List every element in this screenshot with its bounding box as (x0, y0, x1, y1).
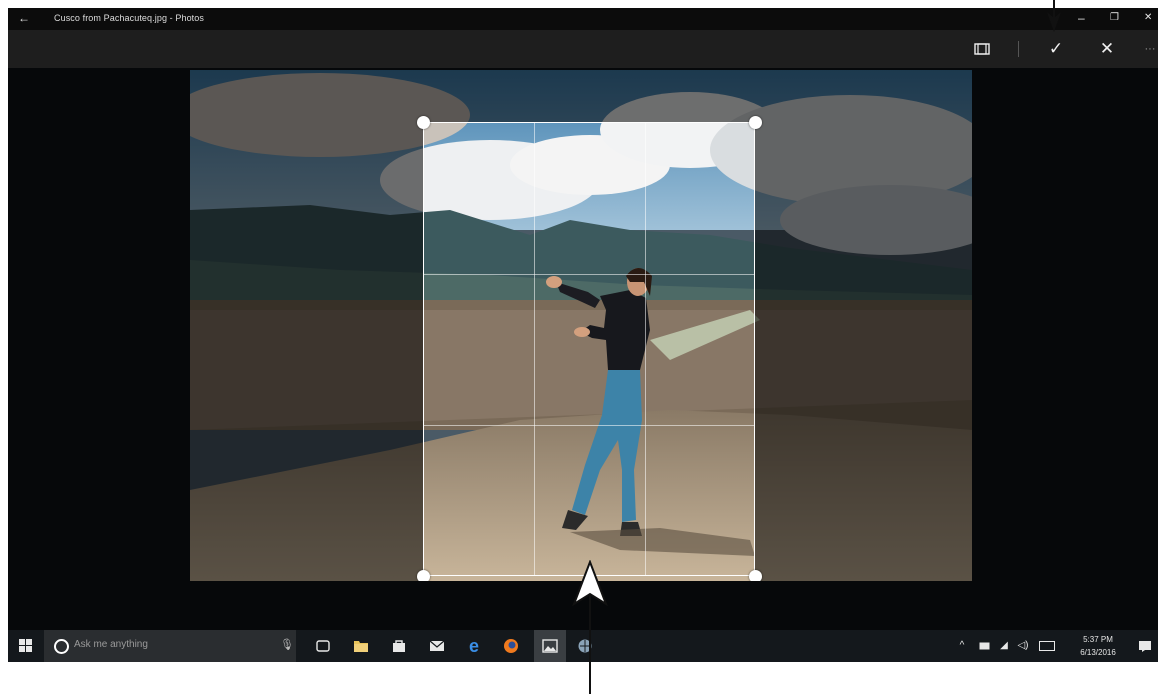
crop-handle-bottom-left[interactable] (417, 570, 430, 581)
cortana-icon (54, 639, 69, 654)
keyboard-icon[interactable] (1038, 637, 1056, 655)
minimize-button[interactable]: – (1078, 11, 1085, 25)
callout-arrow-crop-handle (572, 560, 608, 694)
chevron-up-icon[interactable]: ^ (953, 637, 971, 655)
action-center-icon[interactable] (1136, 637, 1154, 655)
store-icon[interactable] (390, 637, 408, 655)
photos-app-window: ← Cusco from Pachacuteq.jpg - Photos – ❐… (8, 8, 1158, 630)
crop-dim-top (423, 70, 755, 122)
clock-date[interactable]: 6/13/2016 (1070, 648, 1126, 657)
aspect-ratio-button[interactable] (971, 38, 993, 60)
search-box[interactable]: Ask me anything 🎙︎ (44, 630, 296, 662)
photos-icon (542, 639, 558, 653)
maximize-button[interactable]: ❐ (1110, 12, 1119, 23)
photos-taskbar-button[interactable] (534, 630, 566, 662)
crop-frame[interactable] (423, 122, 755, 576)
edge-icon[interactable]: e (465, 637, 483, 655)
windows-start-icon[interactable] (17, 637, 35, 655)
volume-icon[interactable]: ◁) (1014, 637, 1032, 655)
crop-grid-line (534, 123, 535, 575)
task-view-icon[interactable] (314, 637, 332, 655)
wifi-icon[interactable]: ◢ (995, 637, 1013, 655)
mail-icon[interactable] (428, 637, 446, 655)
title-bar: ← Cusco from Pachacuteq.jpg - Photos – ❐… (8, 8, 1158, 30)
crop-grid-line (645, 123, 646, 575)
file-explorer-icon[interactable] (352, 637, 370, 655)
crop-handle-top-right[interactable] (749, 116, 762, 129)
aspect-ratio-icon (974, 43, 990, 55)
more-options-button[interactable]: ··· (1139, 38, 1158, 60)
crop-dim-right (755, 70, 972, 581)
window-title: Cusco from Pachacuteq.jpg - Photos (54, 13, 204, 23)
crop-handle-top-left[interactable] (417, 116, 430, 129)
close-window-button[interactable]: ✕ (1144, 12, 1152, 23)
back-arrow-icon[interactable]: ← (18, 11, 30, 25)
battery-icon[interactable] (976, 637, 994, 655)
search-input[interactable]: Ask me anything (74, 639, 148, 650)
callout-arrow-done (1047, 0, 1061, 32)
command-separator (1018, 41, 1019, 57)
crop-command-bar: ✓ ✕ ··· (8, 30, 1158, 68)
cancel-button[interactable]: ✕ (1095, 38, 1119, 60)
microphone-icon[interactable]: 🎙︎ (280, 638, 294, 651)
crop-grid-line (424, 425, 754, 426)
photo-canvas[interactable] (190, 70, 972, 581)
crop-dim-left (190, 70, 423, 581)
done-button[interactable]: ✓ (1044, 38, 1068, 60)
crop-grid-line (424, 274, 754, 275)
clock-time[interactable]: 5:37 PM (1070, 635, 1126, 644)
crop-handle-bottom-right[interactable] (749, 570, 762, 581)
firefox-icon[interactable] (502, 637, 520, 655)
